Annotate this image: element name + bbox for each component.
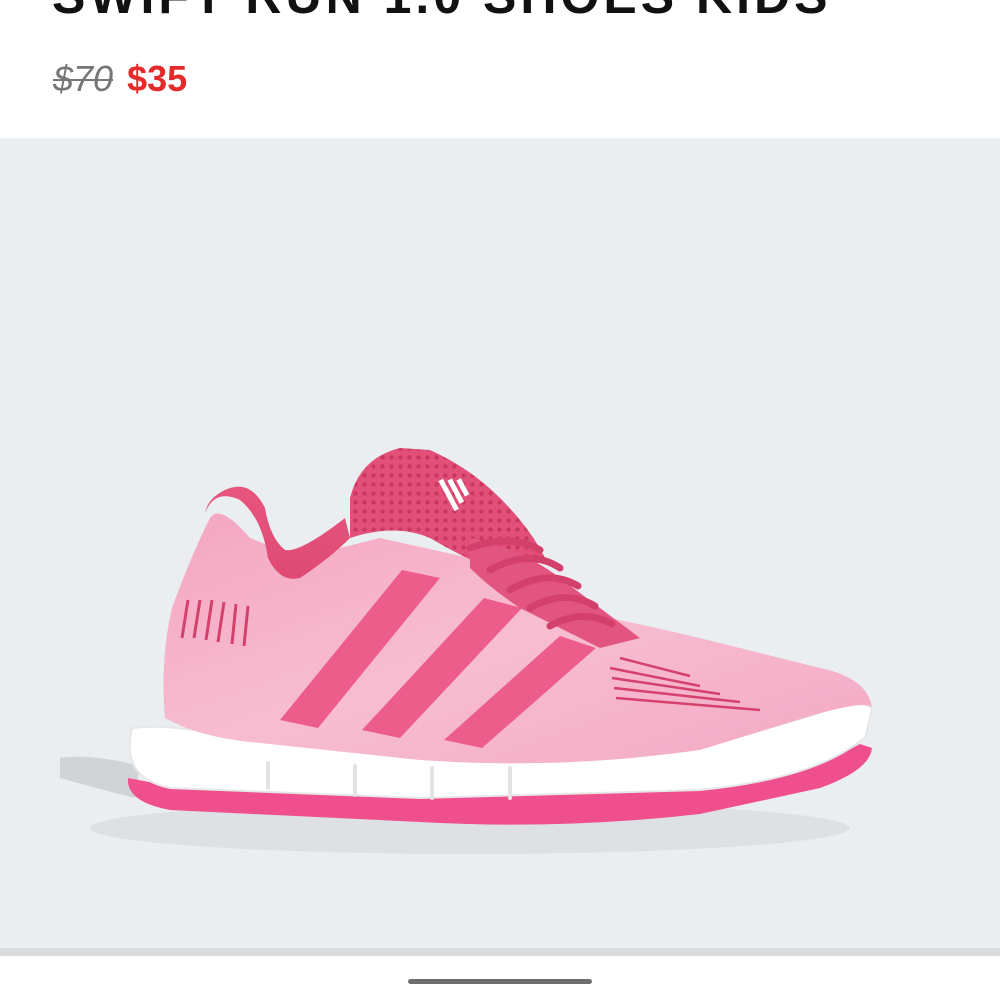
product-page: SWIFT RUN 1.0 SHOES KIDS $70 $35 [0, 0, 1000, 996]
price-row: $70 $35 [53, 58, 187, 104]
bottom-bar [0, 956, 1000, 996]
image-divider [0, 948, 1000, 956]
sale-price: $35 [127, 58, 188, 99]
home-indicator[interactable] [408, 979, 592, 984]
original-price: $70 [53, 58, 114, 99]
product-image[interactable] [0, 138, 1000, 948]
product-title: SWIFT RUN 1.0 SHOES KIDS [52, 0, 831, 26]
shoe-illustration [60, 448, 874, 854]
